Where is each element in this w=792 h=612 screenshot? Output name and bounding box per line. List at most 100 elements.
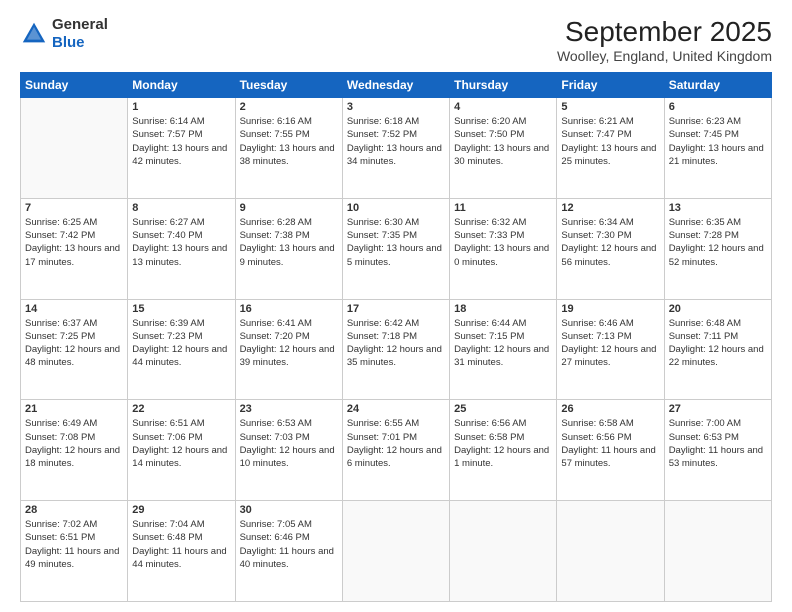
sunrise: Sunrise: 6:39 AM xyxy=(132,318,204,329)
cell-content: Sunrise: 7:04 AMSunset: 6:48 PMDaylight:… xyxy=(132,518,230,571)
cell-content: Sunrise: 6:16 AMSunset: 7:55 PMDaylight:… xyxy=(240,115,338,168)
day-number: 26 xyxy=(561,403,659,415)
calendar-cell: 17Sunrise: 6:42 AMSunset: 7:18 PMDayligh… xyxy=(342,299,449,400)
week-row-2: 7Sunrise: 6:25 AMSunset: 7:42 PMDaylight… xyxy=(21,198,772,299)
day-number: 3 xyxy=(347,101,445,113)
day-header-friday: Friday xyxy=(557,73,664,98)
sunrise: Sunrise: 6:48 AM xyxy=(669,318,741,329)
calendar-cell: 3 Sunrise: 6:18 AMSunset: 7:52 PMDaylight… xyxy=(342,98,449,199)
sunset: Sunset: 7:01 PM xyxy=(347,432,417,443)
day-number: 5 xyxy=(561,101,659,113)
sunset: Sunset: 6:56 PM xyxy=(561,432,631,443)
title-block: September 2025 Woolley, England, United … xyxy=(557,16,772,64)
day-header-thursday: Thursday xyxy=(450,73,557,98)
calendar-cell: 16Sunrise: 6:41 AMSunset: 7:20 PMDayligh… xyxy=(235,299,342,400)
sunset: Sunset: 7:03 PM xyxy=(240,432,310,443)
cell-content: Sunrise: 6:41 AMSunset: 7:20 PMDaylight:… xyxy=(240,317,338,370)
daylight: Daylight: 12 hours and 56 minutes. xyxy=(561,243,656,267)
sunset: Sunset: 7:08 PM xyxy=(25,432,95,443)
cell-content: Sunrise: 6:46 AMSunset: 7:13 PMDaylight:… xyxy=(561,317,659,370)
sunrise: Sunrise: 6:18 AM xyxy=(347,116,419,127)
cell-content: Sunrise: 6:49 AMSunset: 7:08 PMDaylight:… xyxy=(25,417,123,470)
cell-content: Sunrise: 6:37 AMSunset: 7:25 PMDaylight:… xyxy=(25,317,123,370)
day-number: 14 xyxy=(25,303,123,315)
logo-general: General xyxy=(52,16,108,34)
sunrise: Sunrise: 6:53 AM xyxy=(240,418,312,429)
daylight: Daylight: 13 hours and 13 minutes. xyxy=(132,243,227,267)
calendar-cell: 18Sunrise: 6:44 AMSunset: 7:15 PMDayligh… xyxy=(450,299,557,400)
cell-content: Sunrise: 6:18 AMSunset: 7:52 PMDaylight:… xyxy=(347,115,445,168)
day-number: 25 xyxy=(454,403,552,415)
daylight: Daylight: 12 hours and 52 minutes. xyxy=(669,243,764,267)
sunset: Sunset: 7:13 PM xyxy=(561,331,631,342)
month-title: September 2025 xyxy=(557,16,772,48)
cell-content: Sunrise: 6:23 AMSunset: 7:45 PMDaylight:… xyxy=(669,115,767,168)
day-number: 29 xyxy=(132,504,230,516)
calendar-cell: 26 Sunrise: 6:58 AMSunset: 6:56 PMDayligh… xyxy=(557,400,664,501)
cell-content: Sunrise: 6:55 AMSunset: 7:01 PMDaylight:… xyxy=(347,417,445,470)
sunrise: Sunrise: 6:51 AM xyxy=(132,418,204,429)
daylight: Daylight: 12 hours and 31 minutes. xyxy=(454,344,549,368)
day-number: 30 xyxy=(240,504,338,516)
cell-content: Sunrise: 6:56 AMSunset: 6:58 PMDaylight:… xyxy=(454,417,552,470)
sunrise: Sunrise: 6:42 AM xyxy=(347,318,419,329)
day-number: 1 xyxy=(132,101,230,113)
week-row-4: 21Sunrise: 6:49 AMSunset: 7:08 PMDayligh… xyxy=(21,400,772,501)
daylight: Daylight: 11 hours and 49 minutes. xyxy=(25,546,119,570)
daylight: Daylight: 13 hours and 42 minutes. xyxy=(132,143,227,167)
cell-content: Sunrise: 6:35 AMSunset: 7:28 PMDaylight:… xyxy=(669,216,767,269)
daylight: Daylight: 12 hours and 14 minutes. xyxy=(132,445,227,469)
day-number: 20 xyxy=(669,303,767,315)
cell-content: Sunrise: 7:00 AMSunset: 6:53 PMDaylight:… xyxy=(669,417,767,470)
daylight: Daylight: 11 hours and 40 minutes. xyxy=(240,546,334,570)
sunrise: Sunrise: 6:55 AM xyxy=(347,418,419,429)
calendar-cell: 5Sunrise: 6:21 AMSunset: 7:47 PMDaylight… xyxy=(557,98,664,199)
calendar-cell xyxy=(21,98,128,199)
daylight: Daylight: 12 hours and 35 minutes. xyxy=(347,344,442,368)
day-header-saturday: Saturday xyxy=(664,73,771,98)
day-number: 22 xyxy=(132,403,230,415)
calendar-cell xyxy=(557,501,664,602)
sunrise: Sunrise: 7:00 AM xyxy=(669,418,741,429)
sunset: Sunset: 7:55 PM xyxy=(240,129,310,140)
calendar-cell xyxy=(664,501,771,602)
daylight: Daylight: 12 hours and 39 minutes. xyxy=(240,344,335,368)
calendar-cell: 9Sunrise: 6:28 AMSunset: 7:38 PMDaylight… xyxy=(235,198,342,299)
sunset: Sunset: 7:30 PM xyxy=(561,230,631,241)
sunset: Sunset: 7:33 PM xyxy=(454,230,524,241)
daylight: Daylight: 12 hours and 22 minutes. xyxy=(669,344,764,368)
cell-content: Sunrise: 6:58 AMSunset: 6:56 PMDaylight:… xyxy=(561,417,659,470)
sunrise: Sunrise: 7:05 AM xyxy=(240,519,312,530)
calendar-cell: 7Sunrise: 6:25 AMSunset: 7:42 PMDaylight… xyxy=(21,198,128,299)
sunset: Sunset: 6:58 PM xyxy=(454,432,524,443)
cell-content: Sunrise: 7:02 AMSunset: 6:51 PMDaylight:… xyxy=(25,518,123,571)
day-number: 2 xyxy=(240,101,338,113)
sunset: Sunset: 7:15 PM xyxy=(454,331,524,342)
calendar-cell: 19Sunrise: 6:46 AMSunset: 7:13 PMDayligh… xyxy=(557,299,664,400)
sunset: Sunset: 7:18 PM xyxy=(347,331,417,342)
daylight: Daylight: 13 hours and 0 minutes. xyxy=(454,243,549,267)
calendar-cell: 11Sunrise: 6:32 AMSunset: 7:33 PMDayligh… xyxy=(450,198,557,299)
cell-content: Sunrise: 6:42 AM Sunset: 7:18 PM Daylight:… xyxy=(347,317,445,370)
day-number: 9 xyxy=(240,202,338,214)
cell-content: Sunrise: 6:53 AMSunset: 7:03 PMDaylight:… xyxy=(240,417,338,470)
calendar-cell: 23Sunrise: 6:53 AMSunset: 7:03 PMDayligh… xyxy=(235,400,342,501)
day-number: 27 xyxy=(669,403,767,415)
sunrise: Sunrise: 7:04 AM xyxy=(132,519,204,530)
header: General Blue September 2025 Woolley, Eng… xyxy=(20,16,772,64)
daylight: Daylight: 12 hours and 48 minutes. xyxy=(25,344,120,368)
daylight: Daylight: 13 hours and 9 minutes. xyxy=(240,243,335,267)
daylight: Daylight: 12 hours and 44 minutes. xyxy=(132,344,227,368)
daylight: Daylight: 11 hours and 44 minutes. xyxy=(132,546,226,570)
cell-content: Sunrise: 6:34 AMSunset: 7:30 PMDaylight:… xyxy=(561,216,659,269)
logo-text: General Blue xyxy=(52,16,108,52)
sunset: Sunset: 6:51 PM xyxy=(25,532,95,543)
sunset: Sunset: 7:25 PM xyxy=(25,331,95,342)
day-number: 8 xyxy=(132,202,230,214)
cell-content: Sunrise: 6:39 AMSunset: 7:23 PMDaylight:… xyxy=(132,317,230,370)
day-header-wednesday: Wednesday xyxy=(342,73,449,98)
calendar-cell: 21Sunrise: 6:49 AMSunset: 7:08 PMDayligh… xyxy=(21,400,128,501)
logo-blue: Blue xyxy=(52,34,108,52)
daylight: Daylight: 11 hours and 53 minutes. xyxy=(669,445,763,469)
sunrise: Sunrise: 6:44 AM xyxy=(454,318,526,329)
